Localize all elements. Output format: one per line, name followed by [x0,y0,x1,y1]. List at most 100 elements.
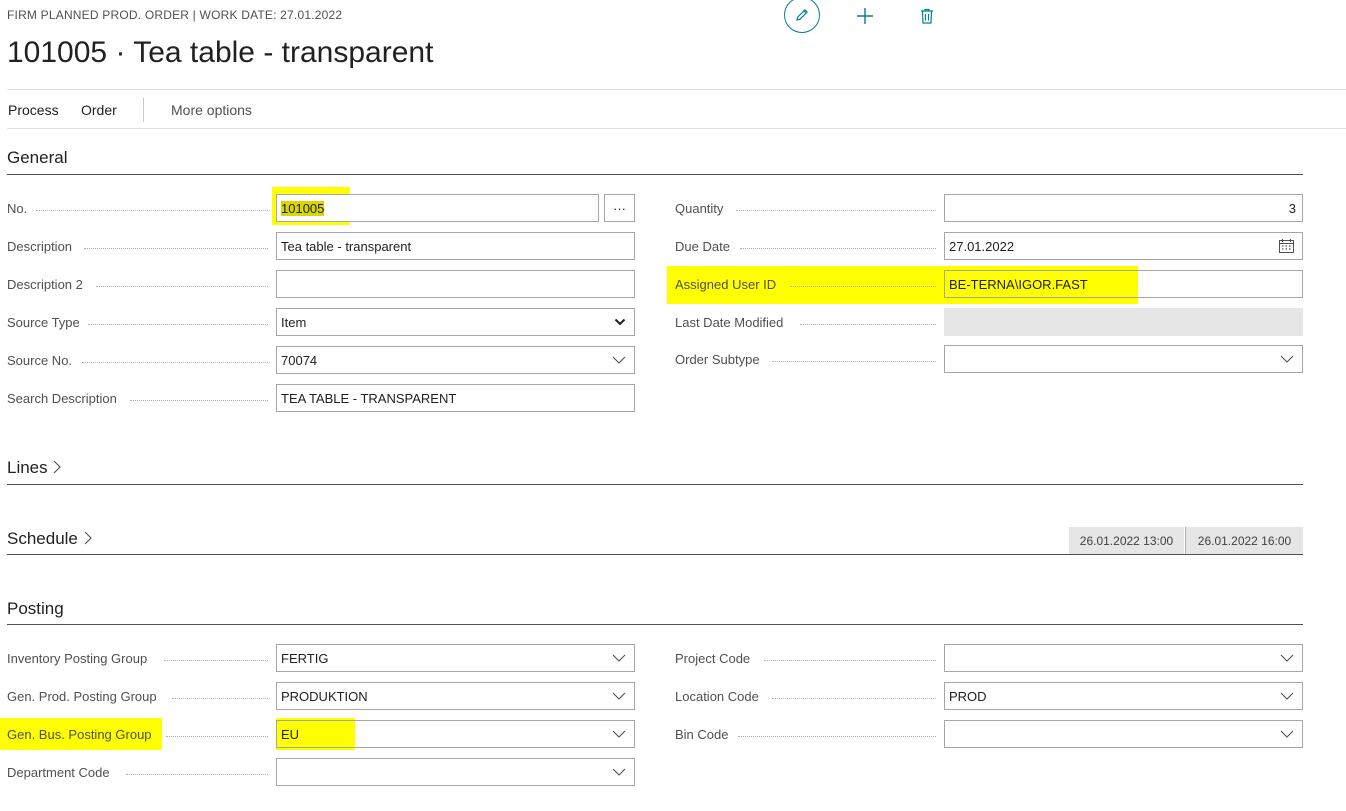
location-code-label: Location Code [675,689,759,704]
source-type-select[interactable]: Item [276,308,635,336]
assigned-user-value: BE-TERNA\IGOR.FAST [949,276,1088,292]
edit-icon [796,9,808,21]
quantity-label: Quantity [675,201,724,216]
no-field[interactable]: 101005 [276,194,599,222]
calendar-icon[interactable] [1279,239,1294,253]
inventory-posting-group-leader [164,660,268,661]
description-field[interactable]: Tea table - transparent [276,232,635,260]
chevron-right-icon [53,460,62,474]
due-date-value: 27.01.2022 [949,238,1015,254]
section-lines-title[interactable]: Lines [7,458,62,478]
inventory-posting-group-field[interactable]: FERTIG [276,644,635,672]
location-code-field[interactable]: PROD [944,682,1303,710]
chevron-down-icon [612,768,626,776]
section-schedule-title[interactable]: Schedule [7,529,92,549]
source-type-leader [88,324,268,325]
project-code-label: Project Code [675,651,751,666]
assigned-user-leader [790,286,936,287]
chevron-down-icon [612,692,626,700]
chevron-right-icon [84,531,92,545]
description2-label: Description 2 [7,277,83,292]
description-label: Description [7,239,73,254]
edit-button[interactable] [784,0,820,33]
quantity-value: 3 [1288,200,1296,216]
source-no-label: Source No. [7,353,73,368]
source-no-value: 70074 [281,352,318,368]
page-caption: FIRM PLANNED PROD. ORDER | WORK DATE: 27… [7,8,343,22]
source-no-leader [82,362,268,363]
location-code-leader [772,698,936,699]
section-posting-line [7,624,1303,625]
section-schedule-line [7,554,1303,555]
delete-icon [921,8,933,24]
due-date-field[interactable]: 27.01.2022 [944,232,1303,260]
actionbar-divider [7,128,1346,129]
no-value: 101005 [281,200,325,216]
gen-prod-posting-group-label: Gen. Prod. Posting Group [7,689,157,704]
lines-title-text: Lines [7,458,48,477]
order-subtype-leader [772,361,936,362]
gen-prod-posting-group-leader [172,698,268,699]
bin-code-field[interactable] [944,720,1303,748]
section-general-line [7,174,1303,175]
quantity-leader [736,210,936,211]
due-date-label: Due Date [675,239,730,254]
chevron-down-icon [1280,355,1294,363]
add-icon [857,8,873,24]
description-leader [84,248,268,249]
page-title: 101005 · Tea table - transparent [7,36,434,69]
no-label: No. [7,201,28,216]
gen-bus-posting-group-value: EU [281,726,300,742]
select-arrow-icon [614,318,626,326]
gen-bus-posting-group-label: Gen. Bus. Posting Group [7,727,152,742]
search-description-field[interactable]: TEA TABLE - TRANSPARENT [276,384,635,412]
description2-leader [96,286,268,287]
search-description-value: TEA TABLE - TRANSPARENT [281,390,457,406]
description2-field[interactable] [276,270,635,298]
gen-prod-posting-group-field[interactable]: PRODUKTION [276,682,635,710]
chevron-down-icon [1280,692,1294,700]
no-assist-button[interactable]: ··· [604,194,635,222]
department-code-field[interactable] [276,758,635,786]
gen-prod-posting-group-value: PRODUKTION [281,688,368,704]
chevron-down-icon [1280,730,1294,738]
quantity-field[interactable]: 3 [944,194,1303,222]
section-posting-title[interactable]: Posting [7,599,64,619]
header-divider [7,89,1346,90]
chevron-down-icon [612,730,626,738]
search-description-label: Search Description [7,391,117,406]
source-no-field[interactable]: 70074 [276,346,635,374]
assigned-user-label: Assigned User ID [675,277,777,292]
schedule-title-text: Schedule [7,529,78,548]
chevron-down-icon [612,654,626,662]
order-subtype-label: Order Subtype [675,352,760,367]
source-type-value: Item [281,314,307,330]
schedule-end-badge: 26.01.2022 16:00 [1186,527,1303,554]
bin-code-leader [738,736,936,737]
no-leader [36,210,268,211]
delete-button[interactable] [909,0,945,32]
last-date-modified-leader [800,324,936,325]
last-date-modified-field [944,308,1303,336]
menu-process[interactable]: Process [8,102,59,118]
new-button[interactable] [847,0,883,32]
source-type-label: Source Type [7,315,80,330]
chevron-down-icon [1280,654,1294,662]
project-code-leader [764,660,936,661]
search-description-leader [130,400,268,401]
gen-bus-posting-group-leader [166,736,268,737]
menu-order[interactable]: Order [81,102,117,118]
inventory-posting-group-label: Inventory Posting Group [7,651,148,666]
more-icon: ··· [613,200,626,216]
last-date-modified-label: Last Date Modified [675,315,784,330]
section-general-title[interactable]: General [7,148,67,168]
department-code-leader [126,774,268,775]
assigned-user-field-tail [1138,271,1302,297]
project-code-field[interactable] [944,644,1303,672]
inventory-posting-group-value: FERTIG [281,650,329,666]
order-subtype-field[interactable] [944,345,1303,373]
schedule-start-badge: 26.01.2022 13:00 [1069,527,1184,554]
due-date-leader [740,248,936,249]
menu-more-options[interactable]: More options [171,102,252,118]
bin-code-label: Bin Code [675,727,729,742]
